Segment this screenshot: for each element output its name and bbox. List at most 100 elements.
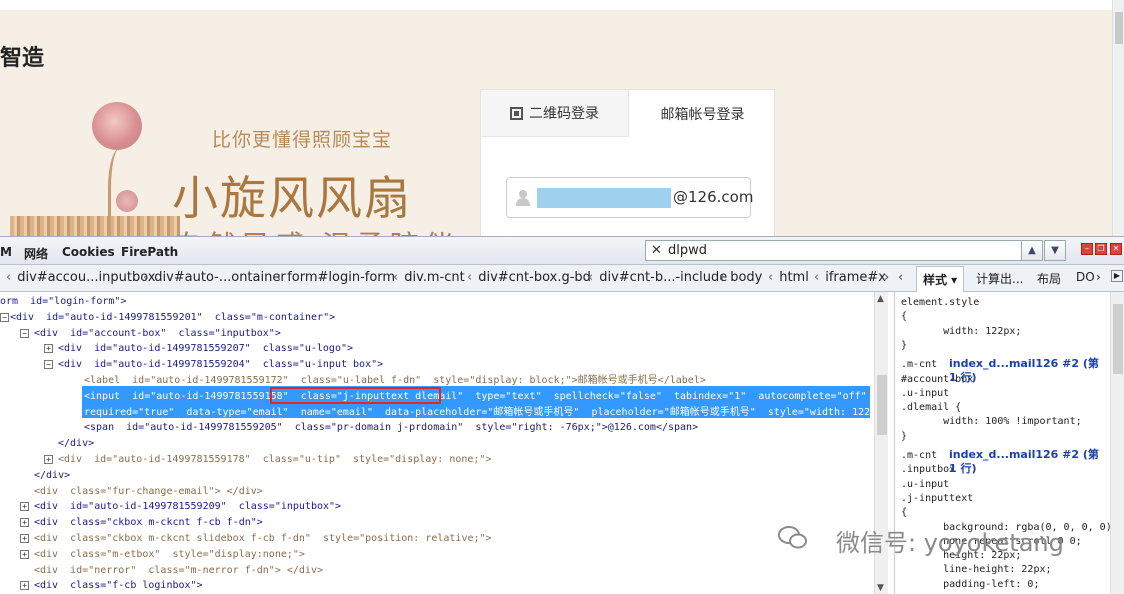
email-field[interactable]: yoyoketang @126.com (506, 177, 754, 218)
crumb-login-form[interactable]: form#login-form (276, 270, 395, 285)
tabs-more-icon[interactable]: › (1096, 270, 1101, 284)
html-tree-line[interactable]: <div class="fur-change-email"> </div> (34, 484, 263, 500)
clear-search-icon[interactable]: ✕ (651, 243, 662, 258)
style-rule-line[interactable]: .m-cnt (901, 449, 937, 463)
style-rule-line[interactable]: .u-input (901, 387, 949, 401)
style-rule-line[interactable]: width: 100% !important; (901, 415, 1081, 429)
style-rule-line[interactable]: .j-inputtext (901, 492, 973, 506)
pompom-decoration-small (116, 190, 138, 212)
watermark: 微信号: yoyoketang (836, 529, 1064, 557)
crumb-m-cnt[interactable]: div.m-cnt (393, 270, 465, 285)
style-rule-line[interactable]: .u-input (901, 478, 949, 492)
tab-network[interactable]: 网络 (24, 245, 48, 262)
web-page: 易智造 比你更懂得照顾宝宝 小旋风风扇 自然风感 温柔陪伴 二维码登录 邮箱帐号… (0, 0, 1112, 236)
devtools-toolbar: M 网络 Cookies FirePath ✕ dlpwd ▲ ▼ – ❐ ✕ (0, 237, 1124, 265)
email-value-highlighted: yoyoketang (537, 188, 671, 208)
crumb-iframe[interactable]: iframe#x (814, 270, 886, 285)
devtools-search-input[interactable]: ✕ dlpwd (645, 240, 1022, 261)
style-rule-line[interactable]: element.style (901, 296, 979, 310)
style-rule-line[interactable]: { (901, 506, 907, 520)
style-rule-line[interactable]: width: 122px; (901, 325, 1021, 339)
collapse-node-icon[interactable]: − (44, 360, 53, 370)
product-tagline: 比你更懂得照顾宝宝 (212, 129, 393, 151)
expand-node-icon[interactable]: + (20, 549, 29, 559)
tab-m[interactable]: M (0, 245, 12, 259)
style-source-link[interactable]: index_d...mail126 #2 (第 1 行) (949, 357, 1110, 386)
bead-decoration (10, 216, 180, 236)
tab-email-label: 邮箱帐号登录 (660, 106, 745, 123)
html-tree: orm id="login-form"> <div id="auto-id-149… (0, 292, 872, 594)
crumb-auto-container[interactable]: div#auto-...ontainer (143, 270, 286, 285)
style-rule-line[interactable]: .inputbox (901, 463, 955, 477)
search-query: dlpwd (668, 243, 707, 258)
html-tree-line[interactable]: <div id="account-box" class="inputbox"> (34, 326, 281, 342)
html-tree-line[interactable]: <div class="f-cb loginbox"> (34, 578, 203, 594)
tab-qr-label: 二维码登录 (529, 106, 599, 122)
styles-scrollbar[interactable] (1110, 292, 1124, 594)
qr-code-icon (510, 106, 523, 120)
style-rule-line[interactable]: .m-cnt (901, 358, 937, 372)
html-tree-line[interactable]: <div id="auto-id-1499781559204" class="u… (58, 357, 383, 373)
html-tree-line[interactable]: <div class="ckbox m-ckcnt slidebox f-cb … (34, 531, 492, 547)
brand-logo: 易智造 (0, 46, 45, 71)
crumb-account-box[interactable]: div#accou...inputbox (6, 270, 155, 285)
login-card: 二维码登录 邮箱帐号登录 yoyoketang @126.com (480, 89, 775, 236)
html-tree-line[interactable]: <div id="nerror" class="m-nerror f-dn"> … (34, 563, 323, 579)
page-scrollbar[interactable] (1112, 0, 1124, 236)
tab-layout[interactable]: 布局 (1037, 270, 1061, 287)
crumb-body[interactable]: body (719, 270, 762, 285)
style-rule-line[interactable]: } (901, 430, 907, 444)
crumb-scroll-right-icon[interactable]: › (884, 270, 889, 285)
html-tree-line[interactable]: <div id="auto-id-1499781559207" class="u… (58, 341, 353, 357)
html-tree-line[interactable]: <span id="auto-id-1499781559205" class="… (84, 420, 698, 436)
restore-icon[interactable]: ❐ (1095, 243, 1107, 255)
close-icon[interactable]: ✕ (1110, 243, 1122, 255)
html-tree-line[interactable]: <div id="auto-id-1499781559209" class="i… (34, 499, 341, 515)
style-rule-line[interactable]: padding-left: 0; (901, 578, 1039, 592)
expand-node-icon[interactable]: + (20, 534, 29, 543)
html-tree-line[interactable]: <div class="m-etbox" style="display:none… (34, 547, 305, 563)
style-rule-line[interactable]: line-height: 22px; (901, 563, 1051, 577)
expand-node-icon[interactable]: + (44, 455, 53, 464)
collapse-node-icon[interactable]: − (0, 312, 9, 322)
html-tree-line[interactable]: <div class="ckbox m-ckcnt f-cb f-dn"> (34, 515, 263, 531)
tab-style[interactable]: 样式 ▾ (916, 266, 965, 292)
style-rule-line[interactable]: } (901, 339, 907, 353)
html-tree-line[interactable]: <div id="auto-id-1499781559178" class="u… (58, 452, 491, 468)
html-tree-line[interactable]: <input id="auto-id-1499781559158" class=… (84, 389, 872, 405)
html-tree-line[interactable]: </div> (58, 436, 94, 452)
html-tree-line[interactable]: required="true" data-type="email" name="… (84, 405, 872, 421)
style-rule-line[interactable]: .dlemail { (901, 401, 961, 415)
crumb-cnt-include[interactable]: div#cnt-b...-include (588, 270, 727, 285)
product-subtitle: 自然风感 温柔陪伴 (172, 222, 458, 236)
class-attribute-callout (270, 387, 441, 404)
tab-firepath[interactable]: FirePath (121, 245, 178, 259)
expand-node-icon[interactable]: + (44, 344, 53, 354)
search-prev-button[interactable]: ▲ (1021, 240, 1043, 261)
crumb-scroll-left-icon[interactable]: ‹ (898, 270, 903, 285)
html-tree-line[interactable]: <div id="auto-id-1499781559201" class="m… (10, 310, 335, 326)
crumb-cnt-box[interactable]: div#cnt-box.g-bd (467, 270, 591, 285)
collapse-node-icon[interactable]: − (20, 328, 29, 338)
tab-qr-login[interactable]: 二维码登录 (481, 90, 629, 137)
email-domain: @126.com (673, 188, 754, 206)
expand-node-icon[interactable]: + (20, 581, 29, 591)
wechat-icon (778, 526, 807, 549)
tab-cookies[interactable]: Cookies (62, 245, 115, 259)
crumb-html[interactable]: html (768, 270, 809, 285)
style-rule-line[interactable]: { (901, 310, 907, 324)
tab-dom[interactable]: DO (1076, 270, 1095, 284)
expand-node-icon[interactable]: + (20, 502, 29, 512)
minimize-icon[interactable]: – (1081, 243, 1093, 255)
user-icon (515, 190, 531, 206)
product-title: 小旋风风扇 (172, 171, 412, 225)
search-next-button[interactable]: ▼ (1044, 240, 1066, 261)
expand-node-icon[interactable]: + (20, 518, 29, 528)
tab-email-login[interactable]: 邮箱帐号登录 (629, 90, 776, 137)
tab-computed[interactable]: 计算出... (976, 270, 1023, 287)
html-tree-line[interactable]: </div> (34, 468, 70, 484)
side-panel-tabs: 样式 ▾ 计算出... 布局 DO › ▶ (912, 265, 1124, 292)
html-tree-line[interactable]: orm id="login-form"> (0, 294, 126, 310)
panel-expand-icon[interactable]: ▶ (1111, 270, 1123, 282)
style-source-link[interactable]: index_d...mail126 #2 (第 1 行) (949, 448, 1110, 477)
